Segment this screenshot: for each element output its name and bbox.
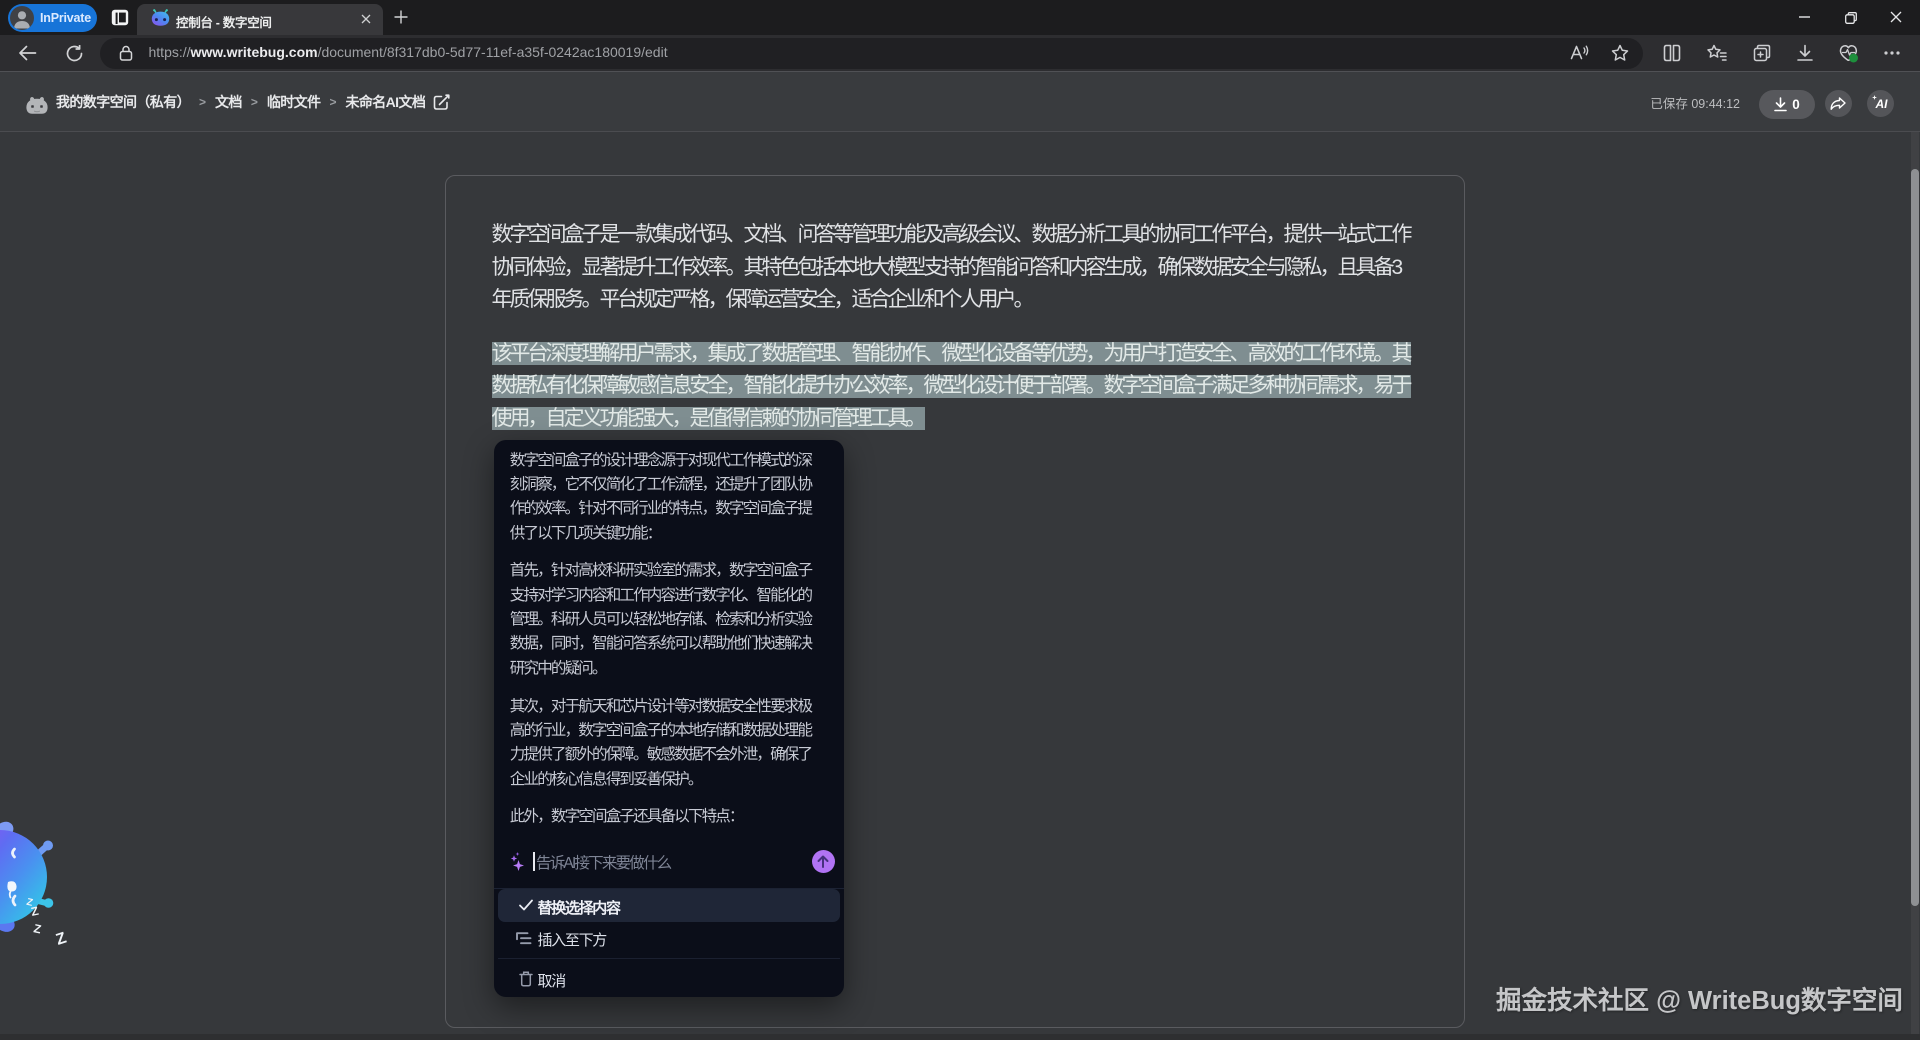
svg-text:Z: Z (30, 904, 40, 919)
svg-text:Z: Z (32, 921, 42, 936)
svg-text:Z: Z (54, 930, 69, 949)
